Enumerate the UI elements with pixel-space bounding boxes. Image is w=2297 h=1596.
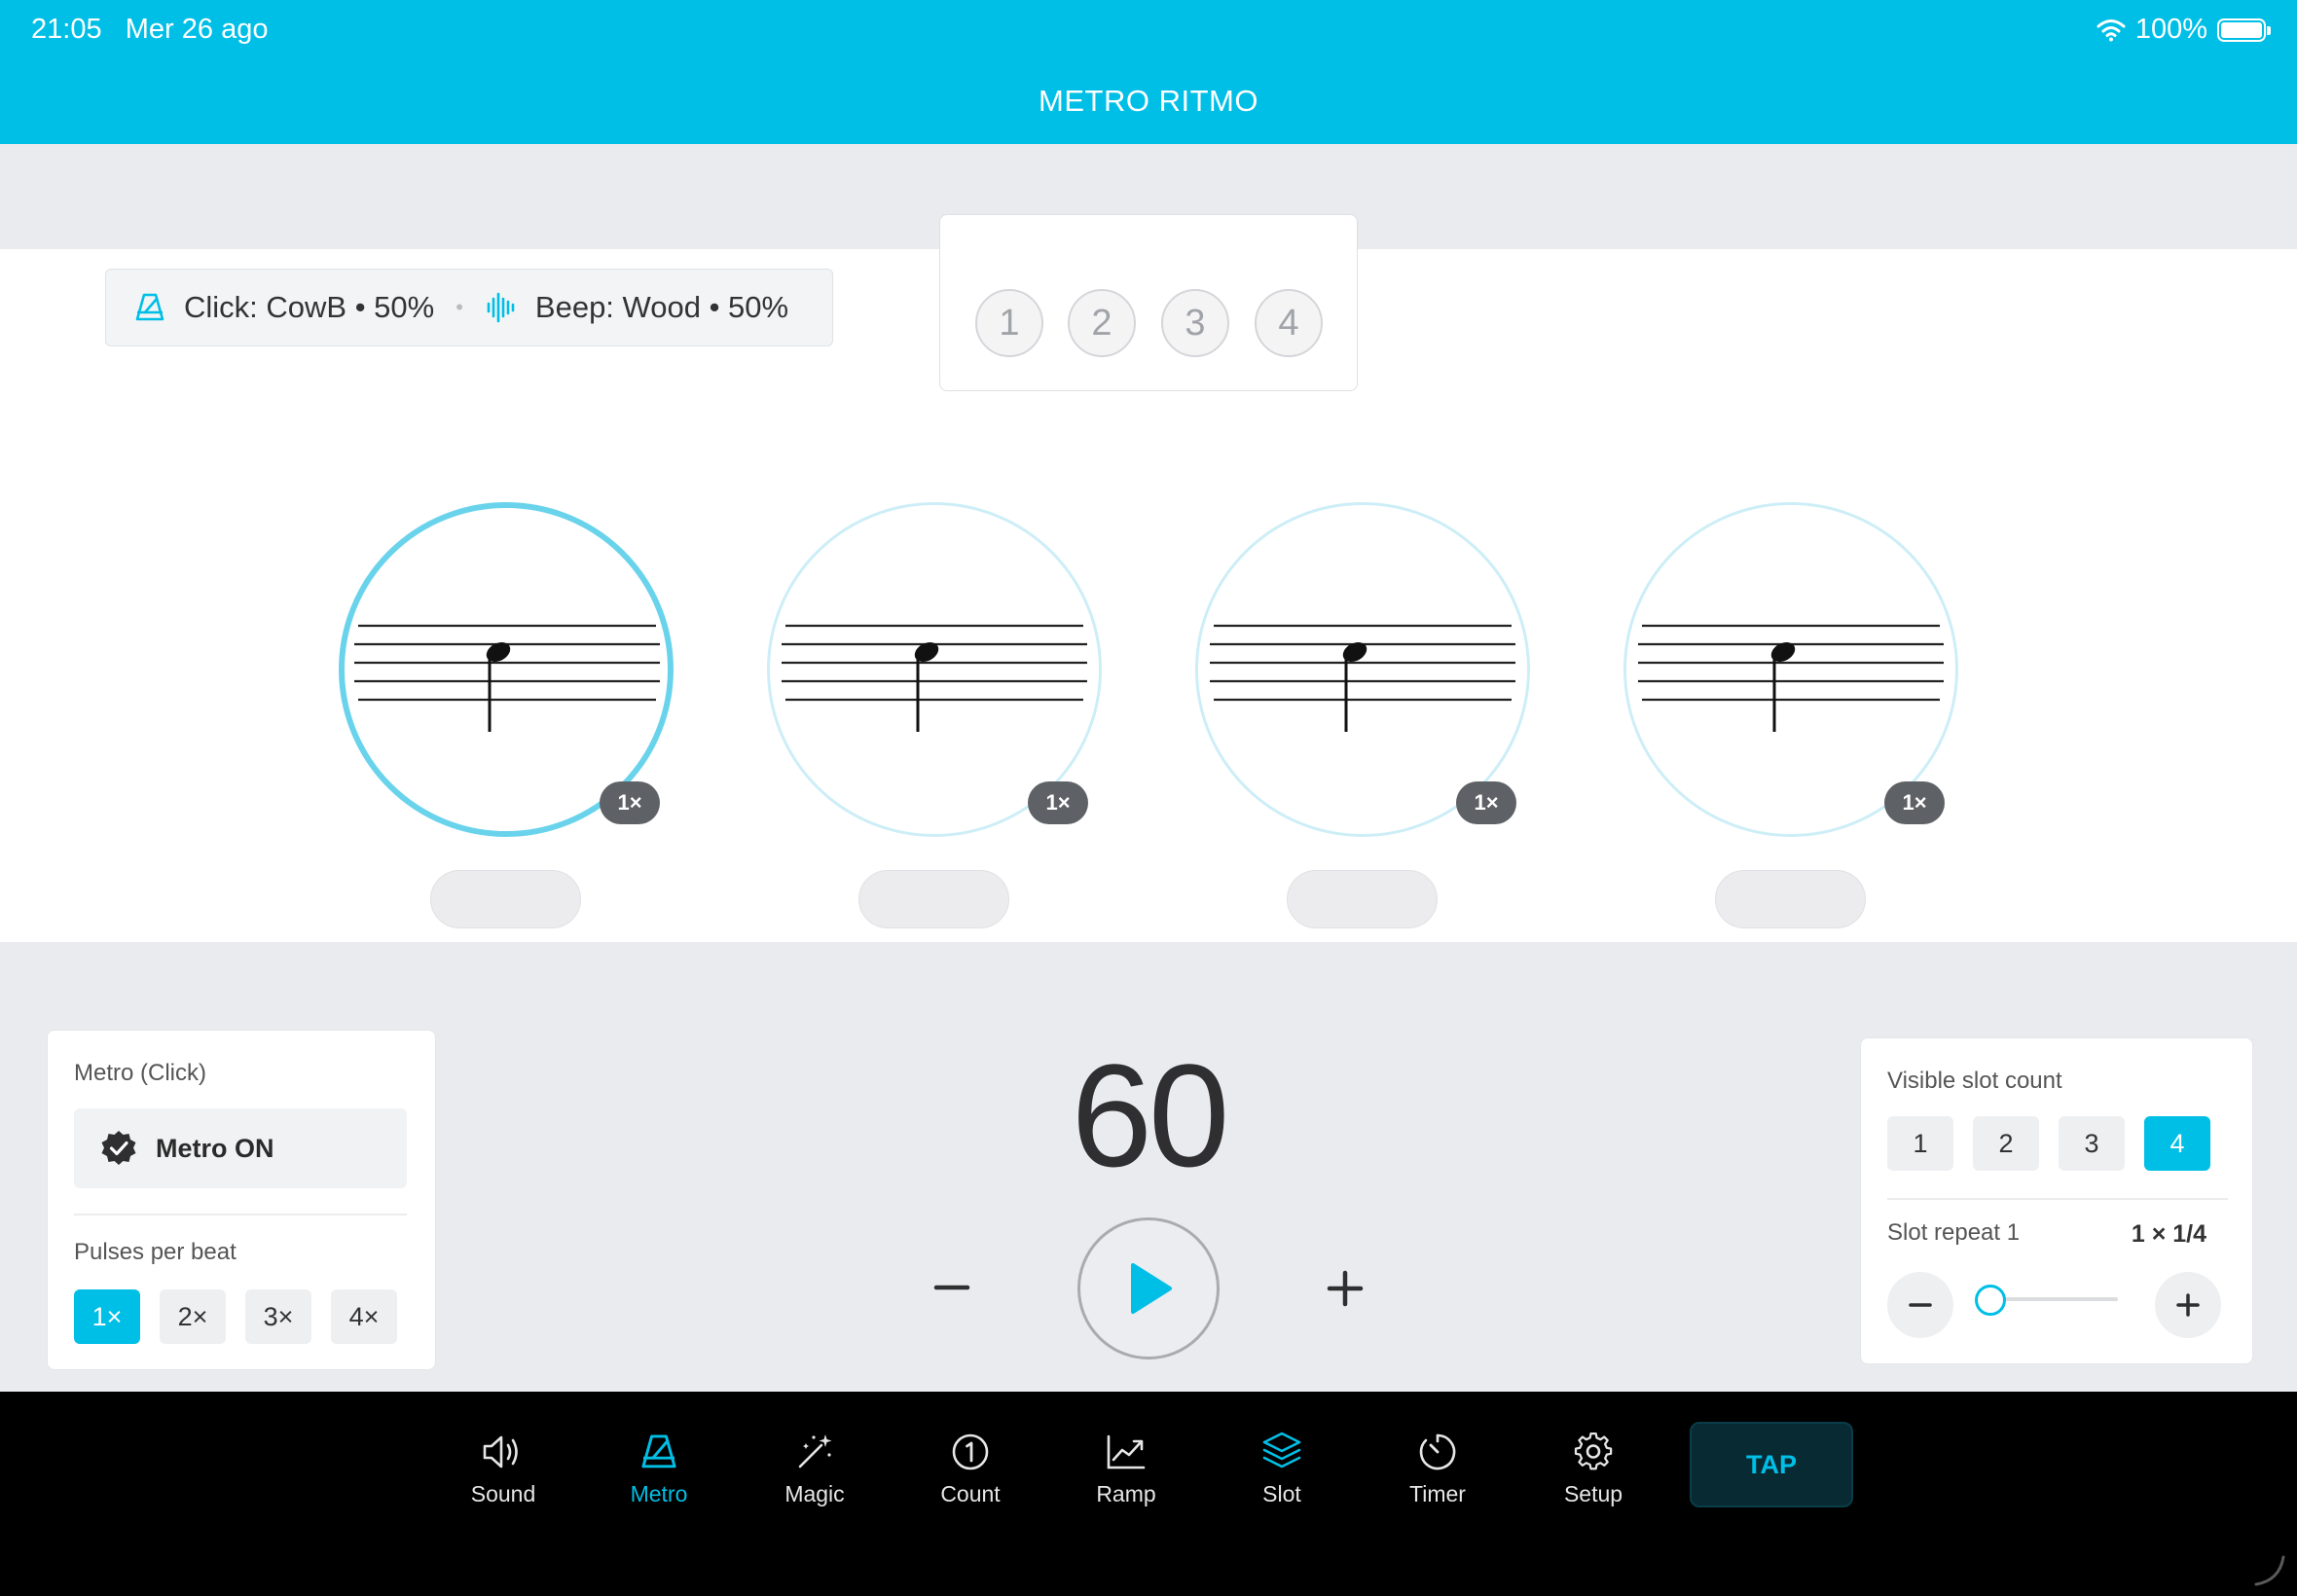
click-sound-label: Click: CowB • 50% — [184, 290, 435, 324]
tab-ramp-label: Ramp — [1096, 1481, 1156, 1506]
play-icon — [1131, 1263, 1172, 1314]
tab-magic-label: Magic — [784, 1481, 845, 1506]
slot-repeat-slider-track[interactable] — [1987, 1297, 2118, 1301]
slot-3-repeat-badge[interactable]: 1× — [1456, 781, 1516, 824]
slot-count-selector: 1 2 3 4 — [1887, 1116, 2210, 1171]
tab-bar: Sound Metro Magic Count Ramp Slot Timer … — [0, 1392, 2297, 1596]
pulse-option-4x[interactable]: 4× — [331, 1289, 397, 1344]
battery-icon — [2217, 18, 2271, 42]
ramp-chart-icon — [1107, 1434, 1146, 1469]
slot-3-label-pill[interactable] — [1287, 870, 1438, 928]
pulse-option-1x[interactable]: 1× — [74, 1289, 140, 1344]
tempo-decrease-button[interactable] — [929, 1269, 975, 1316]
tab-sound-label: Sound — [470, 1481, 536, 1506]
slot-2-label-pill[interactable] — [858, 870, 1009, 928]
tab-slot-label: Slot — [1262, 1481, 1301, 1506]
slot-repeat-decrease-button[interactable] — [1887, 1272, 1953, 1338]
minus-icon — [1909, 1303, 1932, 1307]
slot-count-option-3[interactable]: 3 — [2059, 1116, 2125, 1171]
panel-divider — [1887, 1198, 2228, 1200]
tab-metro[interactable]: Metro — [596, 1425, 722, 1507]
slot-repeat-increase-button[interactable] — [2155, 1272, 2221, 1338]
tempo-display[interactable]: 60 — [1003, 1032, 1294, 1200]
tab-sound[interactable]: Sound — [440, 1425, 566, 1507]
tab-timer-label: Timer — [1409, 1481, 1466, 1506]
beat-indicator-2: 2 — [1068, 289, 1136, 357]
tab-timer[interactable]: Timer — [1374, 1425, 1501, 1507]
metro-panel-title: Metro (Click) — [74, 1060, 206, 1086]
resize-handle-icon[interactable] — [2250, 1549, 2289, 1588]
play-button[interactable] — [1077, 1217, 1220, 1360]
status-time: 21:05 Mer 26 ago — [31, 14, 268, 46]
slot-repeat-row: Slot repeat 1 1 × 1/4 — [1887, 1219, 2228, 1248]
wifi-icon — [2096, 18, 2126, 41]
count-icon — [952, 1433, 989, 1470]
pulses-label: Pulses per beat — [74, 1239, 237, 1265]
slot-4-label-pill[interactable] — [1715, 870, 1866, 928]
status-date: Mer 26 ago — [125, 14, 269, 45]
tab-metro-label: Metro — [630, 1481, 688, 1506]
metro-toggle-button[interactable]: Metro ON — [74, 1108, 407, 1188]
tab-count-label: Count — [940, 1481, 1001, 1506]
tab-slot[interactable]: Slot — [1219, 1425, 1345, 1507]
speaker-icon — [483, 1435, 518, 1469]
app-title: METRO RITMO — [1039, 84, 1258, 118]
slot-2-repeat-badge[interactable]: 1× — [1028, 781, 1088, 824]
tab-setup[interactable]: Setup — [1530, 1425, 1657, 1507]
gear-icon — [1574, 1433, 1613, 1470]
tab-ramp[interactable]: Ramp — [1063, 1425, 1189, 1507]
metronome-icon — [135, 293, 164, 321]
tab-setup-label: Setup — [1563, 1481, 1623, 1506]
metro-toggle-label: Metro ON — [156, 1133, 274, 1163]
tap-tempo-button[interactable]: TAP — [1690, 1422, 1853, 1507]
beep-sound-label: Beep: Wood • 50% — [534, 290, 789, 324]
beat-indicator-4: 4 — [1255, 289, 1323, 357]
battery-percent: 100% — [2134, 14, 2207, 45]
beat-indicator-1: 1 — [975, 289, 1043, 357]
status-clock: 21:05 — [31, 14, 102, 45]
slot-repeat-label: Slot repeat 1 — [1887, 1219, 2021, 1246]
slot-repeat-slider-thumb[interactable] — [1975, 1285, 2006, 1316]
pulses-selector: 1× 2× 3× 4× — [74, 1289, 397, 1344]
separator-dot: • — [456, 295, 463, 319]
slot-1-repeat-badge[interactable]: 1× — [600, 781, 660, 824]
visible-slot-count-label: Visible slot count — [1887, 1068, 2062, 1094]
slot-1-label-pill[interactable] — [430, 870, 581, 928]
panel-divider — [74, 1214, 407, 1215]
slot-count-option-1[interactable]: 1 — [1887, 1116, 1953, 1171]
slot-repeat-value: 1 × 1/4 — [2131, 1220, 2206, 1248]
waveform-icon — [487, 292, 515, 323]
magic-wand-icon — [798, 1434, 832, 1469]
pulse-option-2x[interactable]: 2× — [160, 1289, 226, 1344]
metro-panel: Metro (Click) Metro ON Pulses per beat 1… — [47, 1030, 436, 1370]
check-badge-icon — [101, 1131, 136, 1165]
beat-indicator-3: 3 — [1161, 289, 1229, 357]
tempo-increase-button[interactable] — [1322, 1265, 1368, 1312]
minus-icon — [933, 1285, 970, 1290]
status-indicators: 100% — [2096, 14, 2271, 46]
pulse-option-3x[interactable]: 3× — [245, 1289, 311, 1344]
slot-settings-panel: Visible slot count 1 2 3 4 Slot repeat 1… — [1860, 1037, 2253, 1364]
sound-summary[interactable]: Click: CowB • 50% • Beep: Wood • 50% — [105, 269, 833, 346]
tab-count[interactable]: Count — [907, 1425, 1034, 1507]
header-bar: 21:05 Mer 26 ago 100% METRO RITMO — [0, 0, 2297, 144]
metronome-icon — [641, 1434, 676, 1469]
layers-icon — [1262, 1432, 1301, 1469]
beat-indicator-card: 1 2 3 4 — [939, 214, 1358, 391]
plus-icon — [2176, 1293, 2200, 1317]
tab-magic[interactable]: Magic — [751, 1425, 878, 1507]
slot-count-option-2[interactable]: 2 — [1973, 1116, 2039, 1171]
timer-icon — [1419, 1433, 1456, 1470]
slot-4-repeat-badge[interactable]: 1× — [1884, 781, 1945, 824]
slot-count-option-4[interactable]: 4 — [2144, 1116, 2210, 1171]
plus-icon — [1327, 1270, 1364, 1307]
